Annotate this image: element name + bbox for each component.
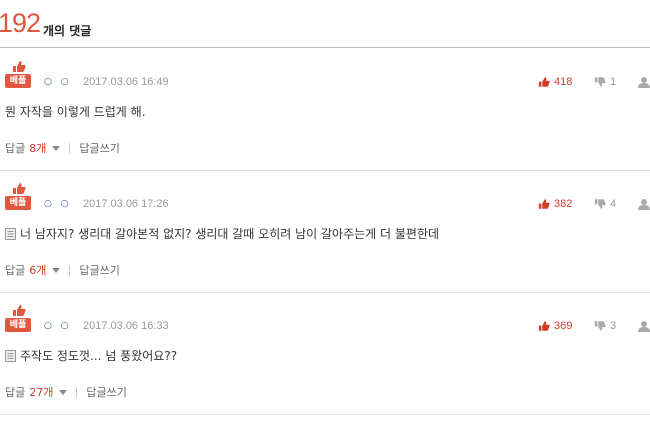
divider: [69, 264, 71, 276]
comment-text: 주작도 정도껏... 넘 풍왔어요??: [5, 347, 177, 364]
downvote-button[interactable]: 3: [594, 319, 616, 333]
thumbs-up-icon: [538, 77, 550, 87]
author-masked[interactable]: ○ ○: [44, 321, 72, 331]
reply-count[interactable]: 6개: [29, 262, 46, 278]
thumbs-up-icon: [538, 321, 550, 331]
thumbs-up-icon: [13, 183, 26, 194]
thumbs-up-icon: [538, 199, 550, 209]
user-icon[interactable]: [638, 76, 650, 88]
comment-item: 베플 ○ ○ 2017.03.06 16:49 418 1 뭔 자작을 이렇게 …: [0, 49, 650, 171]
comment-body: 뭔 자작을 이렇게 드럽게 해.: [5, 105, 146, 119]
thumbs-down-icon: [594, 321, 606, 331]
upvote-count: 418: [554, 76, 573, 88]
comment-count-label: 개의 댓글: [43, 24, 92, 38]
thumbs-down-icon: [594, 199, 606, 209]
reply-count[interactable]: 8개: [29, 140, 46, 156]
document-icon: [5, 227, 16, 240]
best-label: 베플: [5, 196, 31, 210]
best-label: 베플: [5, 74, 31, 88]
best-badge: 베플: [5, 182, 33, 210]
comment-count: 192: [0, 8, 41, 38]
downvote-count: 1: [610, 76, 617, 88]
downvote-count: 4: [610, 198, 617, 210]
downvote-count: 3: [610, 320, 617, 332]
upvote-button[interactable]: 382: [538, 197, 572, 211]
write-reply-button[interactable]: 답글쓰기: [86, 384, 126, 400]
comment-item: 베플 ○ ○ 2017.03.06 16:33 369 3 주작도 정도껏...…: [0, 293, 650, 415]
reply-label[interactable]: 답글: [5, 262, 25, 278]
reply-label[interactable]: 답글: [5, 384, 25, 400]
best-badge: 베플: [5, 304, 33, 332]
chevron-down-icon[interactable]: [59, 389, 68, 395]
upvote-button[interactable]: 369: [538, 319, 572, 333]
author-masked[interactable]: ○ ○: [44, 199, 72, 209]
comment-date: 2017.03.06 16:49: [83, 76, 169, 88]
document-icon: [5, 349, 16, 362]
downvote-button[interactable]: 4: [594, 197, 616, 211]
best-label: 베플: [5, 318, 31, 332]
reply-label[interactable]: 답글: [5, 140, 25, 156]
reply-count[interactable]: 27개: [29, 384, 53, 400]
user-icon[interactable]: [638, 198, 650, 210]
upvote-count: 382: [554, 198, 573, 210]
comment-text: 너 남자지? 생리대 갈아본적 없지? 생리대 갈때 오히려 남이 갈아주는게 …: [5, 225, 439, 242]
write-reply-button[interactable]: 답글쓰기: [79, 262, 119, 278]
thumbs-up-icon: [13, 305, 26, 316]
chevron-down-icon[interactable]: [52, 145, 61, 151]
comment-date: 2017.03.06 17:26: [83, 198, 169, 210]
comment-body: 주작도 정도껏... 넘 풍왔어요??: [20, 349, 178, 363]
divider: [69, 142, 71, 154]
divider: [76, 386, 78, 398]
thumbs-down-icon: [594, 77, 606, 87]
comment-date: 2017.03.06 16:33: [83, 320, 169, 332]
comment-text: 뭔 자작을 이렇게 드럽게 해.: [5, 103, 146, 120]
comment-actions: 답글 8개 답글쓰기: [5, 140, 120, 156]
comment-actions: 답글 27개 답글쓰기: [5, 384, 127, 400]
downvote-button[interactable]: 1: [594, 75, 616, 89]
upvote-button[interactable]: 418: [538, 75, 572, 89]
user-icon[interactable]: [638, 320, 650, 332]
write-reply-button[interactable]: 답글쓰기: [79, 140, 119, 156]
chevron-down-icon[interactable]: [52, 267, 61, 273]
comment-actions: 답글 6개 답글쓰기: [5, 262, 120, 278]
comment-body: 너 남자지? 생리대 갈아본적 없지? 생리대 갈때 오히려 남이 갈아주는게 …: [20, 227, 440, 241]
comments-header: 192 개의 댓글: [0, 0, 650, 48]
upvote-count: 369: [554, 320, 573, 332]
best-badge: 베플: [5, 60, 33, 88]
comment-item: 베플 ○ ○ 2017.03.06 17:26 382 4 너 남자지? 생리대…: [0, 171, 650, 293]
author-masked[interactable]: ○ ○: [44, 77, 72, 87]
thumbs-up-icon: [13, 61, 26, 72]
